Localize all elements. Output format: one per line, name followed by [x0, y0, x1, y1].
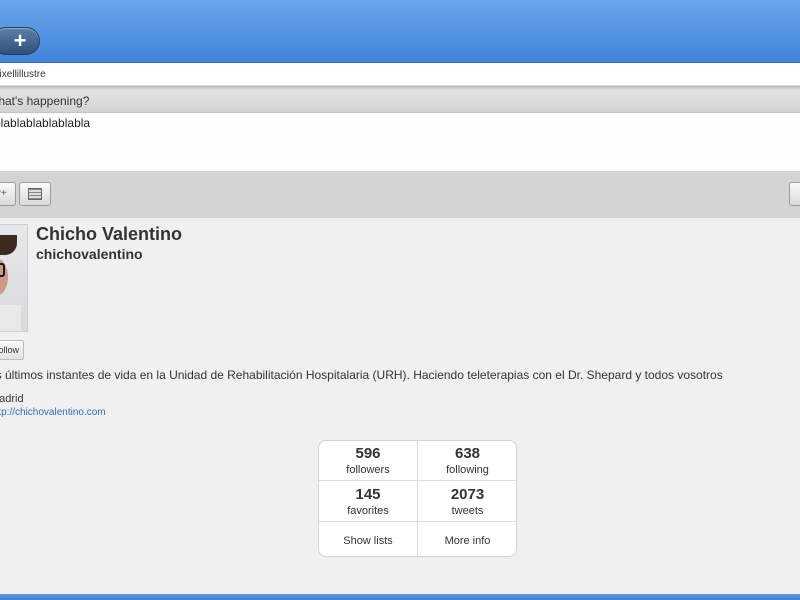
- media-button[interactable]: [19, 182, 51, 206]
- profile-full-name: Chicho Valentino: [36, 224, 183, 244]
- compose-text: blablablablablabla: [0, 116, 91, 130]
- profile-website-link[interactable]: http://chichovalentino.com: [0, 407, 106, 418]
- favorites-label: favorites: [347, 505, 389, 517]
- more-info-button[interactable]: More info: [418, 522, 516, 556]
- favorites-count: 145: [355, 486, 381, 503]
- avatar-hair: [0, 235, 17, 255]
- account-bar: pixellillustre: [0, 63, 800, 86]
- profile-panel: Follow Chicho Valentino chichovalentino …: [0, 218, 800, 592]
- film-icon: [28, 188, 42, 200]
- compose-prompt-label: What's happening?: [0, 94, 90, 108]
- follow-button[interactable]: Follow: [0, 340, 24, 360]
- tweets-stat[interactable]: 2073 tweets: [418, 481, 516, 522]
- profile-location: Madrid: [0, 393, 24, 405]
- show-lists-label: Show lists: [343, 535, 393, 547]
- favorites-stat[interactable]: 145 favorites: [319, 481, 418, 522]
- more-info-label: More info: [444, 535, 491, 547]
- profile-screen-name: chichovalentino: [36, 246, 143, 262]
- compose-toolbar: ?+ S: [0, 172, 800, 218]
- profile-bio: Mis últimos instantes de vida en la Unid…: [0, 368, 723, 382]
- compose-input[interactable]: blablablablablabla: [0, 113, 800, 172]
- avatar-shirt: [0, 305, 21, 331]
- following-count: 638: [454, 445, 481, 462]
- show-lists-button[interactable]: Show lists: [319, 522, 418, 556]
- avatar-glasses: [0, 263, 5, 277]
- avatar: [0, 224, 28, 332]
- send-button[interactable]: S: [789, 182, 800, 206]
- top-bar: +: [0, 0, 800, 63]
- add-column-button[interactable]: +: [0, 27, 40, 55]
- account-name[interactable]: pixellillustre: [0, 69, 46, 80]
- followers-label: followers: [346, 464, 390, 476]
- tweets-count: 2073: [450, 486, 485, 503]
- profile-stats: 596 followers 638 following 145 favorite…: [318, 440, 517, 557]
- shorten-button[interactable]: ?+: [0, 182, 16, 206]
- followers-count: 596: [355, 445, 381, 462]
- tweets-label: tweets: [451, 505, 484, 517]
- following-label: following: [446, 464, 489, 476]
- followers-stat[interactable]: 596 followers: [319, 441, 418, 481]
- following-stat[interactable]: 638 following: [418, 441, 516, 481]
- bottom-bar: [0, 594, 800, 600]
- compose-prompt-bar: What's happening?: [0, 90, 800, 113]
